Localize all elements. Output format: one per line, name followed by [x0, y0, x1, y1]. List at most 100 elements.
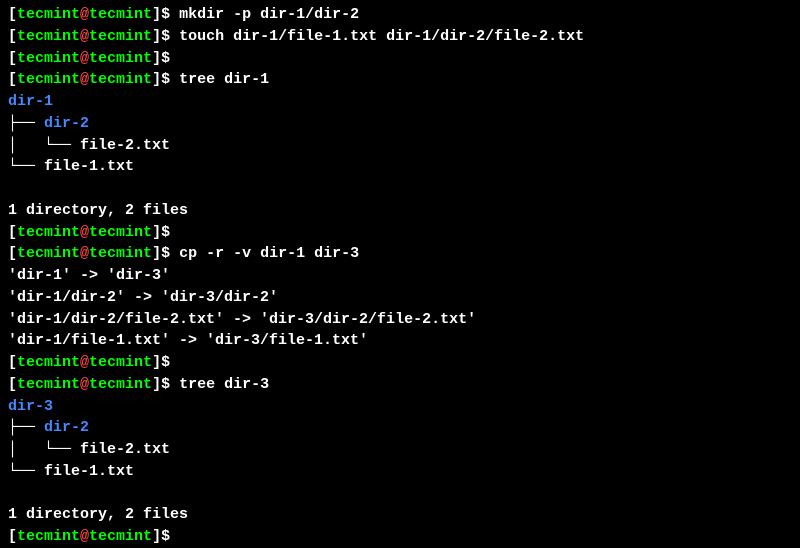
bracket-open: [	[8, 224, 17, 241]
output-text: 'dir-1' -> 'dir-3'	[8, 267, 170, 284]
tree-branch: └── file-1.txt	[8, 156, 792, 178]
bracket-open: [	[8, 6, 17, 23]
tree-branch: ├── dir-2	[8, 113, 792, 135]
prompt-host: tecmint	[89, 28, 152, 45]
blank-line	[8, 483, 792, 505]
cp-output: 'dir-1/dir-2' -> 'dir-3/dir-2'	[8, 287, 792, 309]
directory-name: dir-2	[44, 419, 89, 436]
tree-char: ├──	[8, 115, 44, 132]
bracket-open: [	[8, 28, 17, 45]
prompt-at: @	[80, 376, 89, 393]
prompt-dollar: $	[161, 6, 170, 23]
bracket-close: ]	[152, 6, 161, 23]
bracket-close: ]	[152, 50, 161, 67]
blank-line	[8, 178, 792, 200]
terminal-line: [tecmint@tecmint]$ cp -r -v dir-1 dir-3	[8, 243, 792, 265]
bracket-open: [	[8, 376, 17, 393]
prompt-dollar: $	[161, 71, 170, 88]
tree-branch: │ └── file-2.txt	[8, 439, 792, 461]
terminal-line: [tecmint@tecmint]$	[8, 352, 792, 374]
prompt-at: @	[80, 528, 89, 545]
prompt-user: tecmint	[17, 354, 80, 371]
tree-branch: │ └── file-2.txt	[8, 135, 792, 157]
bracket-close: ]	[152, 245, 161, 262]
command-text[interactable]: tree dir-1	[179, 71, 269, 88]
prompt-host: tecmint	[89, 50, 152, 67]
file-name: file-1.txt	[44, 463, 134, 480]
file-name: file-2.txt	[80, 137, 170, 154]
tree-char: └──	[8, 463, 44, 480]
prompt-host: tecmint	[89, 6, 152, 23]
terminal-line: [tecmint@tecmint]$ mkdir -p dir-1/dir-2	[8, 4, 792, 26]
prompt-dollar: $	[161, 354, 170, 371]
prompt-host: tecmint	[89, 71, 152, 88]
prompt-at: @	[80, 28, 89, 45]
prompt-host: tecmint	[89, 224, 152, 241]
terminal-line: [tecmint@tecmint]$ tree dir-1	[8, 69, 792, 91]
prompt-user: tecmint	[17, 6, 80, 23]
bracket-close: ]	[152, 28, 161, 45]
tree-root: dir-3	[8, 396, 792, 418]
cp-output: 'dir-1' -> 'dir-3'	[8, 265, 792, 287]
bracket-open: [	[8, 354, 17, 371]
bracket-open: [	[8, 528, 17, 545]
terminal-line: [tecmint@tecmint]$ touch dir-1/file-1.tx…	[8, 26, 792, 48]
prompt-at: @	[80, 6, 89, 23]
command-text[interactable]: tree dir-3	[179, 376, 269, 393]
bracket-close: ]	[152, 528, 161, 545]
summary-text: 1 directory, 2 files	[8, 506, 188, 523]
prompt-user: tecmint	[17, 28, 80, 45]
terminal-line: [tecmint@tecmint]$ tree dir-3	[8, 374, 792, 396]
tree-summary: 1 directory, 2 files	[8, 200, 792, 222]
prompt-dollar: $	[161, 28, 170, 45]
prompt-user: tecmint	[17, 376, 80, 393]
prompt-dollar: $	[161, 50, 170, 67]
terminal-line: [tecmint@tecmint]$	[8, 526, 792, 548]
prompt-host: tecmint	[89, 376, 152, 393]
command-text[interactable]: touch dir-1/file-1.txt dir-1/dir-2/file-…	[179, 28, 584, 45]
bracket-open: [	[8, 245, 17, 262]
prompt-user: tecmint	[17, 528, 80, 545]
tree-char: └──	[8, 158, 44, 175]
prompt-host: tecmint	[89, 528, 152, 545]
bracket-open: [	[8, 71, 17, 88]
tree-char: │ └──	[8, 137, 80, 154]
prompt-at: @	[80, 245, 89, 262]
prompt-at: @	[80, 71, 89, 88]
prompt-user: tecmint	[17, 71, 80, 88]
bracket-close: ]	[152, 354, 161, 371]
tree-char: │ └──	[8, 441, 80, 458]
bracket-close: ]	[152, 376, 161, 393]
output-text: 'dir-1/dir-2' -> 'dir-3/dir-2'	[8, 289, 278, 306]
directory-name: dir-1	[8, 93, 53, 110]
tree-summary: 1 directory, 2 files	[8, 504, 792, 526]
prompt-dollar: $	[161, 376, 170, 393]
prompt-host: tecmint	[89, 354, 152, 371]
prompt-dollar: $	[161, 224, 170, 241]
directory-name: dir-2	[44, 115, 89, 132]
prompt-dollar: $	[161, 528, 170, 545]
prompt-host: tecmint	[89, 245, 152, 262]
bracket-open: [	[8, 50, 17, 67]
tree-branch: ├── dir-2	[8, 417, 792, 439]
prompt-user: tecmint	[17, 245, 80, 262]
bracket-close: ]	[152, 71, 161, 88]
command-text[interactable]: mkdir -p dir-1/dir-2	[179, 6, 359, 23]
prompt-user: tecmint	[17, 224, 80, 241]
terminal-line: [tecmint@tecmint]$	[8, 222, 792, 244]
cp-output: 'dir-1/file-1.txt' -> 'dir-3/file-1.txt'	[8, 330, 792, 352]
tree-branch: └── file-1.txt	[8, 461, 792, 483]
prompt-at: @	[80, 224, 89, 241]
terminal-line: [tecmint@tecmint]$	[8, 48, 792, 70]
output-text: 'dir-1/dir-2/file-2.txt' -> 'dir-3/dir-2…	[8, 311, 476, 328]
tree-root: dir-1	[8, 91, 792, 113]
file-name: file-2.txt	[80, 441, 170, 458]
prompt-at: @	[80, 50, 89, 67]
prompt-at: @	[80, 354, 89, 371]
command-text[interactable]: cp -r -v dir-1 dir-3	[179, 245, 359, 262]
prompt-dollar: $	[161, 245, 170, 262]
directory-name: dir-3	[8, 398, 53, 415]
prompt-user: tecmint	[17, 50, 80, 67]
file-name: file-1.txt	[44, 158, 134, 175]
cp-output: 'dir-1/dir-2/file-2.txt' -> 'dir-3/dir-2…	[8, 309, 792, 331]
